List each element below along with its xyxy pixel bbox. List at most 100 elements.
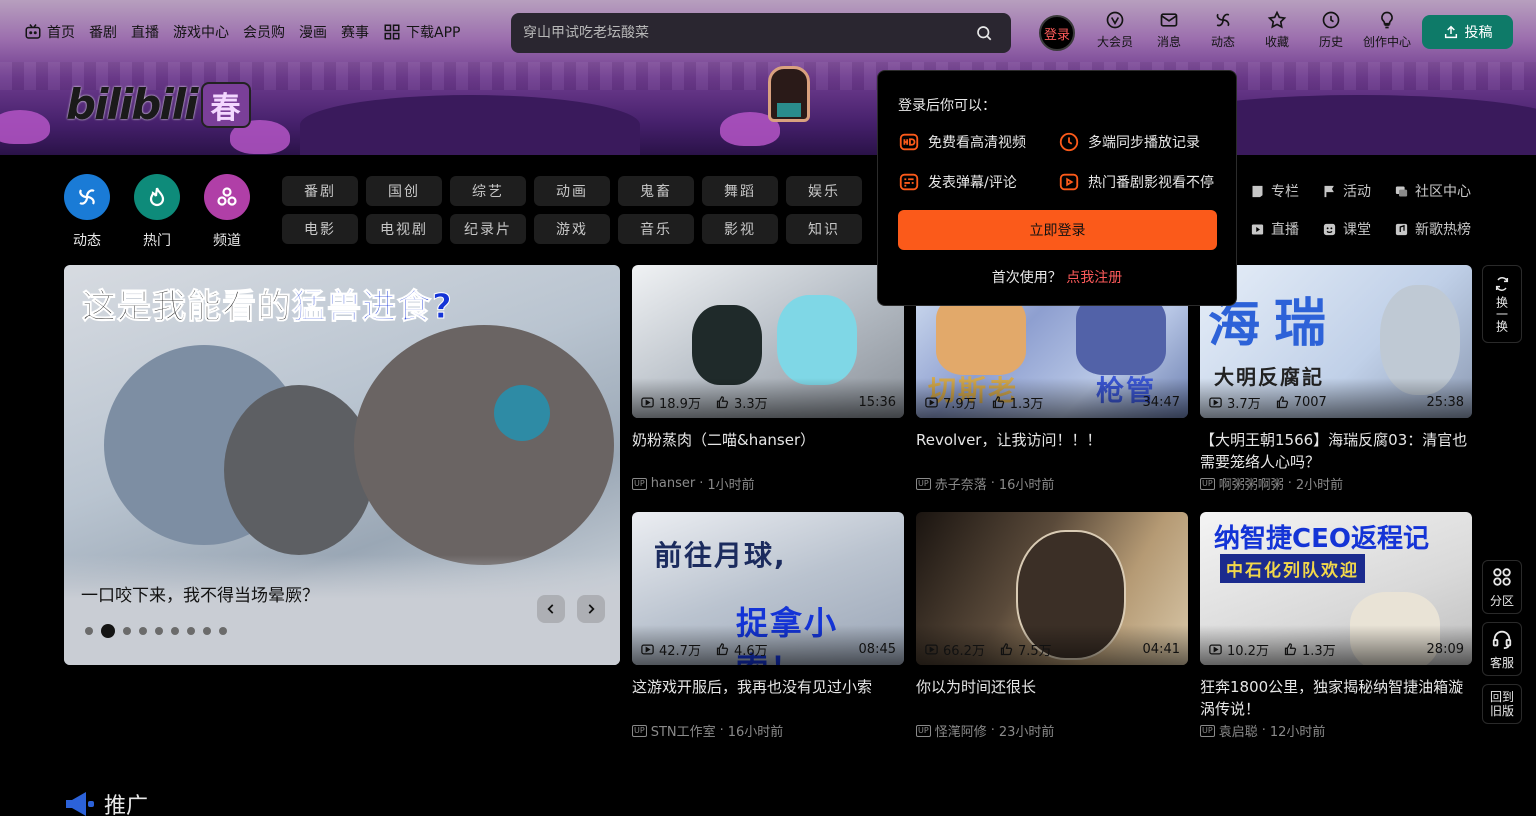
video-duration: 34:47: [1142, 395, 1180, 410]
search-button[interactable]: [969, 18, 999, 48]
nav-vip-shop[interactable]: 会员购: [243, 22, 285, 42]
channel-tag[interactable]: 国创: [366, 176, 442, 206]
channel-tag[interactable]: 番剧: [282, 176, 358, 206]
channel-tag[interactable]: 娱乐: [786, 176, 862, 206]
channel-tag[interactable]: 知识: [786, 214, 862, 244]
uploader-name[interactable]: hanser: [651, 476, 696, 491]
uploader-name[interactable]: 怪滗阿修: [935, 721, 987, 740]
featured-carousel[interactable]: 这是我能看的猛兽进食? 一口咬下来，我不得当场晕厥？: [64, 265, 620, 665]
video-card[interactable]: 66.2万 7.5万 04:41 你以为时间还很长 UP 怪滗阿修 · 23小时…: [916, 512, 1188, 759]
old-version-button[interactable]: 回到旧版: [1482, 684, 1522, 724]
link-column[interactable]: 专栏: [1250, 176, 1322, 206]
carousel-dot[interactable]: [219, 627, 227, 635]
channel-tag[interactable]: 动画: [534, 176, 610, 206]
nav-big-vip[interactable]: 大会员: [1088, 10, 1142, 50]
login-now-button[interactable]: 立即登录: [898, 210, 1217, 250]
uploader-name[interactable]: STN工作室: [651, 721, 716, 740]
carousel-dot-active[interactable]: [101, 624, 115, 638]
carousel-next-button[interactable]: [577, 595, 605, 623]
uploader-name[interactable]: 袁启聪: [1219, 721, 1258, 740]
carousel-dot[interactable]: [123, 627, 131, 635]
carousel-dot[interactable]: [171, 627, 179, 635]
channel-tag[interactable]: 舞蹈: [702, 176, 778, 206]
link-live[interactable]: 直播: [1250, 214, 1322, 244]
carousel-dot[interactable]: [203, 627, 211, 635]
video-thumbnail[interactable]: 18.9万 3.3万 15:36: [632, 265, 904, 418]
video-card[interactable]: 海瑞 大明反腐記 3.7万 7007 25:38 【大明王朝1566】海瑞反腐0…: [1200, 265, 1472, 512]
channel-tag[interactable]: 纪录片: [450, 214, 526, 244]
carousel-prev-button[interactable]: [537, 595, 565, 623]
channel-grid: 番剧 国创 综艺 动画 鬼畜 舞蹈 娱乐 电影 电视剧 纪录片 游戏 音乐 影视…: [282, 176, 862, 244]
nav-download-app[interactable]: 下载APP: [383, 22, 460, 42]
register-link[interactable]: 点我注册: [1066, 270, 1122, 286]
carousel-dot[interactable]: [139, 627, 147, 635]
video-card[interactable]: 前往月球, 捉拿小索！ 42.7万 4.6万 08:45 这游戏开服后，我再也没…: [632, 512, 904, 759]
channel-dynamic[interactable]: 动态: [64, 174, 110, 250]
channel-tag[interactable]: 音乐: [618, 214, 694, 244]
search-input[interactable]: [523, 25, 969, 41]
uploader-name[interactable]: 啊粥粥啊粥: [1219, 474, 1284, 493]
video-thumbnail[interactable]: 66.2万 7.5万 04:41: [916, 512, 1188, 665]
channel-tag[interactable]: 综艺: [450, 176, 526, 206]
refresh-button[interactable]: 换一换: [1482, 265, 1522, 343]
video-thumbnail[interactable]: 海瑞 大明反腐記 3.7万 7007 25:38: [1200, 265, 1472, 418]
video-duration: 25:38: [1426, 395, 1464, 410]
channel-tag[interactable]: 电影: [282, 214, 358, 244]
link-activity[interactable]: 活动: [1322, 176, 1394, 206]
nav-manga[interactable]: 漫画: [299, 22, 327, 42]
nav-label: 番剧: [89, 25, 117, 41]
channel-hot[interactable]: 热门: [134, 174, 180, 250]
video-title[interactable]: 奶粉蒸肉（二喵&hanser）: [632, 429, 904, 473]
nav-live[interactable]: 直播: [131, 22, 159, 42]
video-card[interactable]: 纳智捷CEO返程记 中石化列队欢迎 10.2万 1.3万 28:09 狂奔180…: [1200, 512, 1472, 759]
channel-tag[interactable]: 影视: [702, 214, 778, 244]
nav-history[interactable]: 历史: [1304, 10, 1358, 50]
nav-dynamic[interactable]: 动态: [1196, 10, 1250, 50]
video-meta: UP hanser · 1小时前: [632, 474, 904, 493]
banner-character: [768, 66, 810, 122]
likes-stat: 7.5万: [999, 640, 1052, 659]
nav-game-center[interactable]: 游戏中心: [173, 22, 229, 42]
category-button[interactable]: 分区: [1482, 560, 1522, 614]
carousel-image: [224, 385, 374, 555]
nav-label: 漫画: [299, 25, 327, 41]
chevron-left-icon: [547, 604, 554, 614]
bilibili-logo[interactable]: bilibili 春: [66, 80, 251, 129]
channel-tag[interactable]: 电视剧: [366, 214, 442, 244]
carousel-title[interactable]: 一口咬下来，我不得当场晕厥？: [81, 581, 319, 606]
video-title[interactable]: 【大明王朝1566】海瑞反腐03：清官也需要笼络人心吗？: [1200, 429, 1472, 473]
upload-button[interactable]: 投稿: [1422, 15, 1513, 49]
channel-tag[interactable]: 游戏: [534, 214, 610, 244]
link-community[interactable]: 社区中心: [1394, 176, 1486, 206]
channel-label: 动态: [73, 233, 101, 249]
nav-creator-center[interactable]: 创作中心: [1358, 10, 1416, 50]
link-class[interactable]: 课堂: [1322, 214, 1394, 244]
video-duration: 04:41: [1142, 642, 1180, 657]
carousel-dot[interactable]: [155, 627, 163, 635]
video-thumbnail[interactable]: 纳智捷CEO返程记 中石化列队欢迎 10.2万 1.3万 28:09: [1200, 512, 1472, 665]
video-title[interactable]: Revolver，让我访问！！！: [916, 429, 1188, 473]
video-title[interactable]: 你以为时间还很长: [916, 676, 1188, 720]
video-title[interactable]: 狂奔1800公里，独家揭秘纳智捷油箱漩涡传说！: [1200, 676, 1472, 720]
search-icon: [977, 26, 992, 41]
video-title[interactable]: 这游戏开服后，我再也没有见过小索: [632, 676, 904, 720]
nav-messages[interactable]: 消息: [1142, 10, 1196, 50]
link-music-chart[interactable]: 新歌热榜: [1394, 214, 1486, 244]
uploader-name[interactable]: 赤子奈落: [935, 474, 987, 493]
feature-label: 发表弹幕/评论: [928, 175, 1017, 191]
channel-tag[interactable]: 鬼畜: [618, 176, 694, 206]
channel-channels[interactable]: 频道: [204, 174, 250, 250]
carousel-dot[interactable]: [85, 627, 93, 635]
nav-home[interactable]: 首页: [24, 22, 75, 42]
video-card[interactable]: 18.9万 3.3万 15:36 奶粉蒸肉（二喵&hanser） UP hans…: [632, 265, 904, 512]
nav-favorites[interactable]: 收藏: [1250, 10, 1304, 50]
customer-service-button[interactable]: 客服: [1482, 622, 1522, 676]
thumb-figure: [1076, 295, 1166, 375]
login-avatar-button[interactable]: 登录: [1039, 15, 1075, 51]
views-count: 7.9万: [943, 397, 977, 412]
carousel-dot[interactable]: [187, 627, 195, 635]
live-icon: [1251, 224, 1264, 234]
nav-anime[interactable]: 番剧: [89, 22, 117, 42]
nav-esports[interactable]: 赛事: [341, 22, 369, 42]
video-thumbnail[interactable]: 前往月球, 捉拿小索！ 42.7万 4.6万 08:45: [632, 512, 904, 665]
